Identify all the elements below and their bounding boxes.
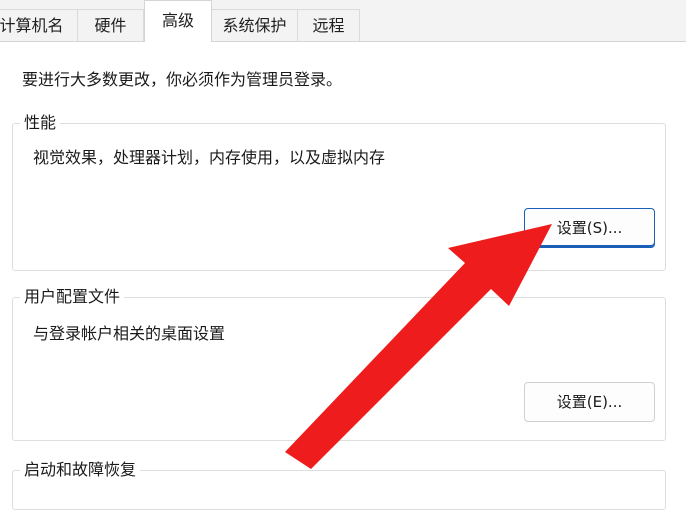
tab-strip: 计算机名 硬件 高级 系统保护 远程 bbox=[0, 0, 686, 42]
tab-advanced[interactable]: 高级 bbox=[144, 0, 212, 42]
user-profiles-description: 与登录帐户相关的桌面设置 bbox=[33, 324, 226, 343]
performance-description: 视觉效果，处理器计划，内存使用，以及虚拟内存 bbox=[33, 148, 386, 167]
user-profiles-settings-button[interactable]: 设置(E)... bbox=[524, 382, 655, 422]
startup-recovery-group-title: 启动和故障恢复 bbox=[20, 459, 141, 481]
performance-group-title: 性能 bbox=[20, 112, 61, 134]
tab-computer-name[interactable]: 计算机名 bbox=[0, 9, 78, 41]
performance-settings-button[interactable]: 设置(S)... bbox=[524, 208, 655, 248]
user-profiles-group-title: 用户配置文件 bbox=[20, 286, 125, 308]
tab-system-protection[interactable]: 系统保护 bbox=[212, 9, 298, 41]
tab-remote[interactable]: 远程 bbox=[298, 9, 360, 41]
tab-hardware[interactable]: 硬件 bbox=[78, 9, 144, 41]
admin-notice: 要进行大多数更改，你必须作为管理员登录。 bbox=[22, 70, 343, 89]
